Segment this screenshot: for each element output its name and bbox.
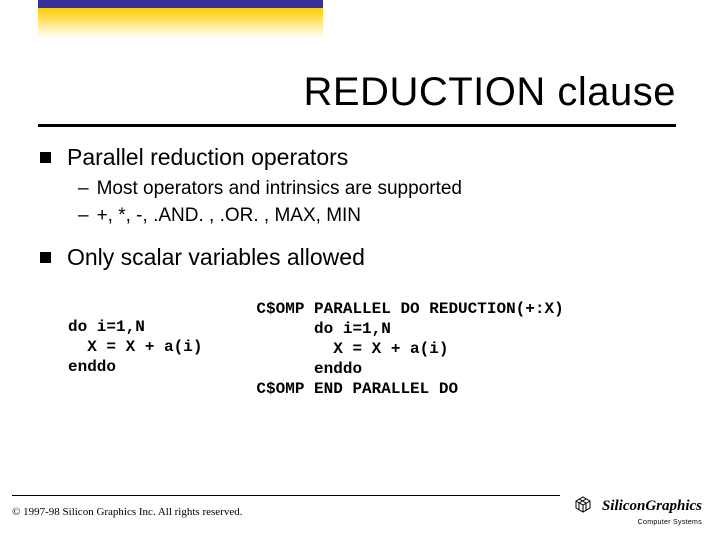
square-bullet-icon xyxy=(40,152,51,163)
code-comparison: do i=1,N X = X + a(i) enddo C$OMP PARALL… xyxy=(68,299,680,399)
bullet-text: +, *, -, .AND. , .OR. , MAX, MIN xyxy=(97,204,361,229)
sgi-logo: SiliconGraphics Computer Systems xyxy=(572,493,702,526)
accent-bar-yellow xyxy=(38,8,323,38)
bullet-level1: Parallel reduction operators xyxy=(40,144,680,171)
dash-bullet-icon: – xyxy=(78,177,89,202)
slide-title: REDUCTION clause xyxy=(303,70,676,115)
accent-bar-blue xyxy=(38,0,323,8)
title-underline xyxy=(38,124,676,127)
code-block-parallel: C$OMP PARALLEL DO REDUCTION(+:X) do i=1,… xyxy=(256,299,563,399)
bullet-level2: – +, *, -, .AND. , .OR. , MAX, MIN xyxy=(78,204,680,229)
dash-bullet-icon: – xyxy=(78,204,89,229)
code-block-serial: do i=1,N X = X + a(i) enddo xyxy=(68,317,202,399)
logo-subtitle: Computer Systems xyxy=(572,519,702,526)
square-bullet-icon xyxy=(40,252,51,263)
bullet-text: Most operators and intrinsics are suppor… xyxy=(97,177,462,202)
bullet-level1: Only scalar variables allowed xyxy=(40,244,680,271)
sgi-cube-icon xyxy=(572,493,594,520)
footer-divider xyxy=(12,495,560,496)
copyright-text: © 1997-98 Silicon Graphics Inc. All righ… xyxy=(12,506,242,518)
bullet-text: Only scalar variables allowed xyxy=(67,244,365,271)
logo-brand-text: SiliconGraphics xyxy=(602,498,702,515)
bullet-text: Parallel reduction operators xyxy=(67,144,348,171)
bullet-level2: – Most operators and intrinsics are supp… xyxy=(78,177,680,202)
slide-body: Parallel reduction operators – Most oper… xyxy=(40,140,680,399)
